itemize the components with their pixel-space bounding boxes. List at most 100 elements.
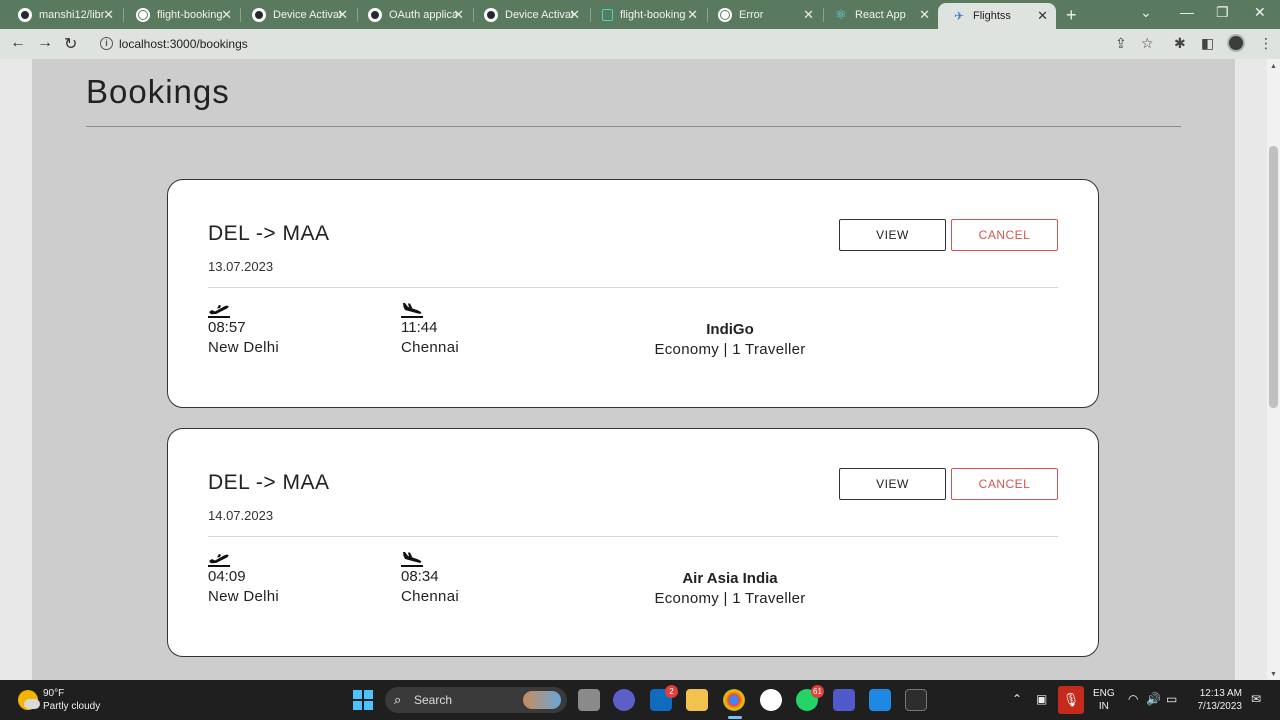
github-icon xyxy=(18,8,32,22)
task-view-icon[interactable] xyxy=(578,689,600,711)
weather-widget[interactable]: 90°F Partly cloudy xyxy=(18,687,100,713)
tab-title: Flightss xyxy=(973,10,1011,22)
whatsapp-icon[interactable]: 61 xyxy=(796,685,824,711)
mail-badge: 2 xyxy=(665,685,678,698)
view-booking-button[interactable]: VIEW xyxy=(839,468,946,500)
close-tab-icon[interactable]: ✕ xyxy=(221,8,232,22)
profile-avatar[interactable] xyxy=(1227,34,1245,52)
maximize-icon[interactable]: ❐ xyxy=(1216,4,1229,21)
scroll-down-arrow-icon[interactable]: ▼ xyxy=(1270,671,1277,678)
close-tab-icon[interactable]: ✕ xyxy=(919,8,930,22)
wifi-icon[interactable]: ◠ xyxy=(1128,692,1138,706)
mail-icon[interactable]: 2 xyxy=(650,685,678,711)
tab-flightss-active[interactable]: ✈ Flightss ✕ xyxy=(938,3,1056,29)
view-booking-button[interactable]: VIEW xyxy=(839,219,946,251)
card-divider xyxy=(208,536,1058,537)
scroll-up-arrow-icon[interactable]: ▲ xyxy=(1270,63,1277,70)
arrival-city: Chennai xyxy=(401,339,459,356)
extensions-puzzle-icon[interactable]: ✱ xyxy=(1174,35,1186,52)
windows-taskbar: 90°F Partly cloudy ⌕ Search 2 61 ⌃ ▣ 🎙 E… xyxy=(0,680,1280,720)
tab-search-chevron-icon[interactable]: ⌄ xyxy=(1140,4,1152,21)
compass-app-icon[interactable] xyxy=(760,689,782,711)
bookmark-star-icon[interactable]: ☆ xyxy=(1141,35,1154,52)
teams-icon[interactable] xyxy=(833,689,855,711)
booking-date: 14.07.2023 xyxy=(208,508,274,523)
battery-icon[interactable]: ▭ xyxy=(1166,692,1177,706)
language-indicator[interactable]: ENG IN xyxy=(1093,687,1115,713)
scrollbar-thumb[interactable] xyxy=(1269,146,1278,408)
class-info: Economy | 1 Traveller xyxy=(654,590,806,607)
menu-kebab-icon[interactable]: ⋮ xyxy=(1259,35,1273,52)
close-tab-icon[interactable]: ✕ xyxy=(803,8,814,22)
close-window-icon[interactable]: ✕ xyxy=(1254,4,1266,21)
active-app-indicator xyxy=(728,716,742,719)
tab-title: manshi12/libr xyxy=(39,9,105,21)
tab-flight-booking-2[interactable]: flight-booking ✕ xyxy=(588,4,706,26)
close-tab-icon[interactable]: ✕ xyxy=(569,8,580,22)
page-scrollbar[interactable]: ▲ ▼ xyxy=(1267,59,1280,680)
terminal-icon[interactable] xyxy=(905,689,927,711)
file-explorer-icon[interactable] xyxy=(686,689,708,711)
departure-city: New Delhi xyxy=(208,339,280,356)
show-hidden-icons-chevron-icon[interactable]: ⌃ xyxy=(1012,692,1022,706)
tab-title: Error xyxy=(739,9,764,21)
browser-toolbar: ← → ↻ i localhost:3000/bookings ⇪ ☆ ✱ ◧ … xyxy=(0,29,1280,59)
airline-info: Air Asia India Economy | 1 Traveller xyxy=(630,570,830,607)
weather-temperature: 90°F xyxy=(43,688,65,699)
forward-arrow-icon[interactable]: → xyxy=(37,34,53,52)
reload-icon[interactable]: ↻ xyxy=(64,34,77,54)
minimize-icon[interactable]: — xyxy=(1180,4,1194,20)
bookings-page: Bookings DEL -> MAA 13.07.2023 VIEW CANC… xyxy=(32,59,1235,680)
booking-route: DEL -> MAA xyxy=(208,222,330,245)
notification-icon[interactable]: ✉ xyxy=(1251,692,1261,706)
tab-device-activation[interactable]: Device Activat ✕ xyxy=(238,4,356,26)
windows-start-icon[interactable] xyxy=(353,690,373,710)
departure-time: 08:57 xyxy=(208,319,246,336)
back-arrow-icon[interactable]: ← xyxy=(10,34,26,52)
tab-github-library[interactable]: manshi12/libr ✕ xyxy=(4,4,122,26)
new-tab-button[interactable]: + xyxy=(1066,5,1077,26)
booking-card: DEL -> MAA 14.07.2023 VIEW CANCEL 04:09 … xyxy=(167,428,1099,657)
cancel-booking-button[interactable]: CANCEL xyxy=(951,468,1058,500)
vscode-icon[interactable] xyxy=(869,689,891,711)
github-icon xyxy=(484,8,498,22)
github-icon xyxy=(368,8,382,22)
cancel-booking-button[interactable]: CANCEL xyxy=(951,219,1058,251)
tab-react-app[interactable]: ⚛ React App ✕ xyxy=(820,4,938,26)
language-region: IN xyxy=(1098,701,1109,712)
tab-title: React App xyxy=(855,9,906,21)
url-text[interactable]: localhost:3000/bookings xyxy=(119,37,248,51)
chrome-icon[interactable] xyxy=(723,689,745,711)
taskbar-search[interactable]: ⌕ Search xyxy=(385,687,567,713)
close-tab-icon[interactable]: ✕ xyxy=(103,8,114,22)
globe-icon xyxy=(136,8,150,22)
tab-title: Device Activat xyxy=(505,9,573,21)
close-tab-icon[interactable]: ✕ xyxy=(1037,9,1048,23)
side-panel-icon[interactable]: ◧ xyxy=(1201,35,1214,52)
weather-condition: Partly cloudy xyxy=(43,701,101,712)
teams-tray-icon[interactable]: ▣ xyxy=(1036,692,1047,706)
close-tab-icon[interactable]: ✕ xyxy=(453,8,464,22)
share-icon[interactable]: ⇪ xyxy=(1115,35,1127,52)
close-tab-icon[interactable]: ✕ xyxy=(337,8,348,22)
card-divider xyxy=(208,287,1058,288)
page-viewport: Bookings DEL -> MAA 13.07.2023 VIEW CANC… xyxy=(0,59,1267,680)
address-bar[interactable]: i localhost:3000/bookings xyxy=(88,32,1168,56)
booking-date: 13.07.2023 xyxy=(208,259,274,274)
whatsapp-badge: 61 xyxy=(811,685,824,698)
tab-oauth-applications[interactable]: OAuth applica ✕ xyxy=(354,4,472,26)
microphone-icon[interactable]: 🎙 xyxy=(1058,686,1084,714)
site-info-icon[interactable]: i xyxy=(100,37,113,50)
arrival-info: 08:34 Chennai xyxy=(401,551,521,605)
plane-icon: ✈ xyxy=(953,9,965,23)
tab-flight-booking[interactable]: flight-booking ✕ xyxy=(122,4,240,26)
volume-icon[interactable]: 🔊 xyxy=(1146,692,1161,706)
teams-chat-icon[interactable] xyxy=(613,689,635,711)
tab-error[interactable]: Error ✕ xyxy=(704,4,822,26)
tab-device-activation-2[interactable]: Device Activat ✕ xyxy=(470,4,588,26)
close-tab-icon[interactable]: ✕ xyxy=(687,8,698,22)
arrival-city: Chennai xyxy=(401,588,459,605)
system-clock[interactable]: 12:13 AM 7/13/2023 xyxy=(1190,687,1243,713)
class-info: Economy | 1 Traveller xyxy=(654,341,806,358)
document-icon xyxy=(602,9,613,21)
